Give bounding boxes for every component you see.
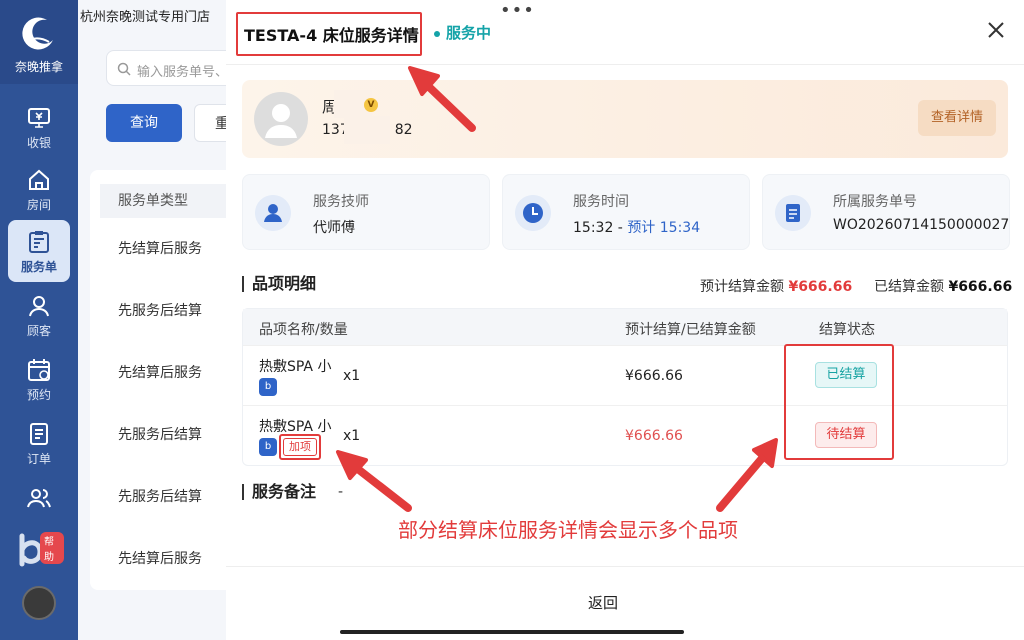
logo-icon (22, 17, 53, 50)
background-row[interactable]: 先服务后结算 (118, 424, 202, 444)
nav-item-appointment[interactable]: 预约 (8, 348, 70, 410)
background-column-header: 服务单类型 (100, 184, 230, 218)
store-name: 杭州奈晚测试专用门店 (80, 10, 211, 25)
nav-label: 房间 (26, 198, 51, 212)
brand-logo: 奈晚推拿 (0, 0, 78, 84)
query-button[interactable]: 查询 (106, 104, 182, 142)
customer-icon (29, 296, 49, 317)
footer-divider (226, 566, 1024, 567)
cashier-icon (28, 108, 50, 128)
background-row[interactable]: 先服务后结算 (118, 486, 202, 506)
nav-label: 收银 (26, 136, 51, 150)
nav-item-customer[interactable]: 顾客 (8, 284, 70, 346)
nav-item-staff[interactable] (8, 476, 70, 520)
back-button[interactable]: 返回 (588, 592, 618, 613)
background-row[interactable]: 先结算后服务 (118, 362, 202, 382)
nav-label: 顾客 (26, 324, 51, 338)
arrow-icon (408, 66, 476, 132)
help-button[interactable]: 帮助 (14, 530, 64, 578)
brand-name: 奈晚推拿 (14, 60, 63, 74)
nav-label: 订单 (26, 452, 51, 466)
search-placeholder: 输入服务单号、 (137, 65, 229, 80)
nav-item-room[interactable]: 房间 (8, 158, 70, 220)
annotation-arrows (336, 66, 778, 512)
nav-item-service-order[interactable]: 服务单 (8, 220, 70, 282)
home-indicator (340, 630, 684, 634)
nav-rail: 奈晚推拿 收银 房间 服务单 顾客 预约 订单 帮助 (0, 0, 78, 640)
nav-label: 预约 (26, 388, 51, 402)
search-icon (117, 62, 131, 76)
background-row[interactable]: 先服务后结算 (118, 300, 202, 320)
background-search-input[interactable]: 输入服务单号、 (106, 50, 246, 86)
calendar-icon (28, 359, 50, 381)
service-detail-drawer: ••• TESTA-4 床位服务详情 服务中 周 V 137 82 查看详情 服务… (226, 0, 1024, 640)
nav-item-cashier[interactable]: 收银 (8, 96, 70, 158)
nav-label: 服务单 (20, 260, 57, 274)
user-avatar[interactable] (22, 586, 56, 620)
order-icon (30, 423, 48, 445)
background-row[interactable]: 先结算后服务 (118, 548, 202, 568)
help-badge: 帮助 (40, 532, 64, 564)
arrow-icon (716, 438, 778, 512)
arrow-icon (336, 450, 412, 512)
nav-item-order[interactable]: 订单 (8, 412, 70, 474)
staff-icon (27, 489, 51, 508)
home-icon (29, 169, 49, 190)
background-row[interactable]: 先结算后服务 (118, 238, 202, 258)
service-order-icon (29, 231, 49, 253)
